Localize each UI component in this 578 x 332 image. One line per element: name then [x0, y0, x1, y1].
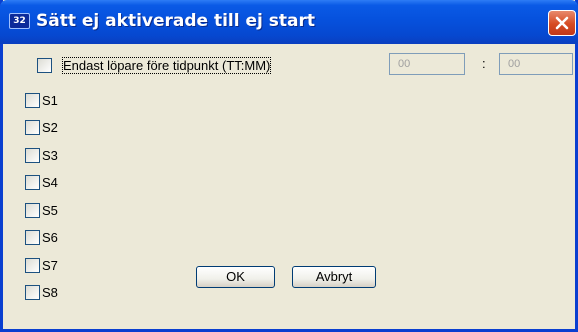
filter-checkbox[interactable] [37, 58, 52, 73]
title-bar[interactable]: 32 Sätt ej aktiverade till ej start [0, 0, 578, 44]
filter-label[interactable]: Endast löpare före tidpunkt (TT:MM) [61, 57, 272, 74]
close-icon [555, 16, 569, 30]
checkbox-s3[interactable] [25, 148, 40, 163]
checkbox-label-s3[interactable]: S3 [42, 148, 58, 163]
checkbox-label-s6[interactable]: S6 [42, 230, 58, 245]
window-title: Sätt ej aktiverade till ej start [36, 11, 316, 31]
dialog-window: 32 Sätt ej aktiverade till ej start Enda… [0, 0, 578, 332]
time-separator: : [482, 56, 486, 71]
checkbox-s6[interactable] [25, 230, 40, 245]
checkbox-s7[interactable] [25, 258, 40, 273]
dialog-content: Endast löpare före tidpunkt (TT:MM) 00 :… [3, 44, 575, 329]
checkbox-label-s2[interactable]: S2 [42, 120, 58, 135]
close-button[interactable] [548, 10, 576, 36]
checkbox-label-s5[interactable]: S5 [42, 203, 58, 218]
hours-field[interactable]: 00 [389, 53, 465, 75]
checkbox-label-s8[interactable]: S8 [42, 285, 58, 300]
checkbox-label-s4[interactable]: S4 [42, 175, 58, 190]
minutes-field[interactable]: 00 [499, 53, 573, 75]
cancel-button[interactable]: Avbryt [292, 266, 376, 288]
checkbox-s5[interactable] [25, 203, 40, 218]
ok-button[interactable]: OK [196, 266, 275, 288]
app-icon: 32 [9, 13, 30, 29]
checkbox-s8[interactable] [25, 285, 40, 300]
checkbox-s2[interactable] [25, 120, 40, 135]
checkbox-s1[interactable] [25, 93, 40, 108]
checkbox-s4[interactable] [25, 175, 40, 190]
checkbox-label-s7[interactable]: S7 [42, 258, 58, 273]
checkbox-label-s1[interactable]: S1 [42, 93, 58, 108]
